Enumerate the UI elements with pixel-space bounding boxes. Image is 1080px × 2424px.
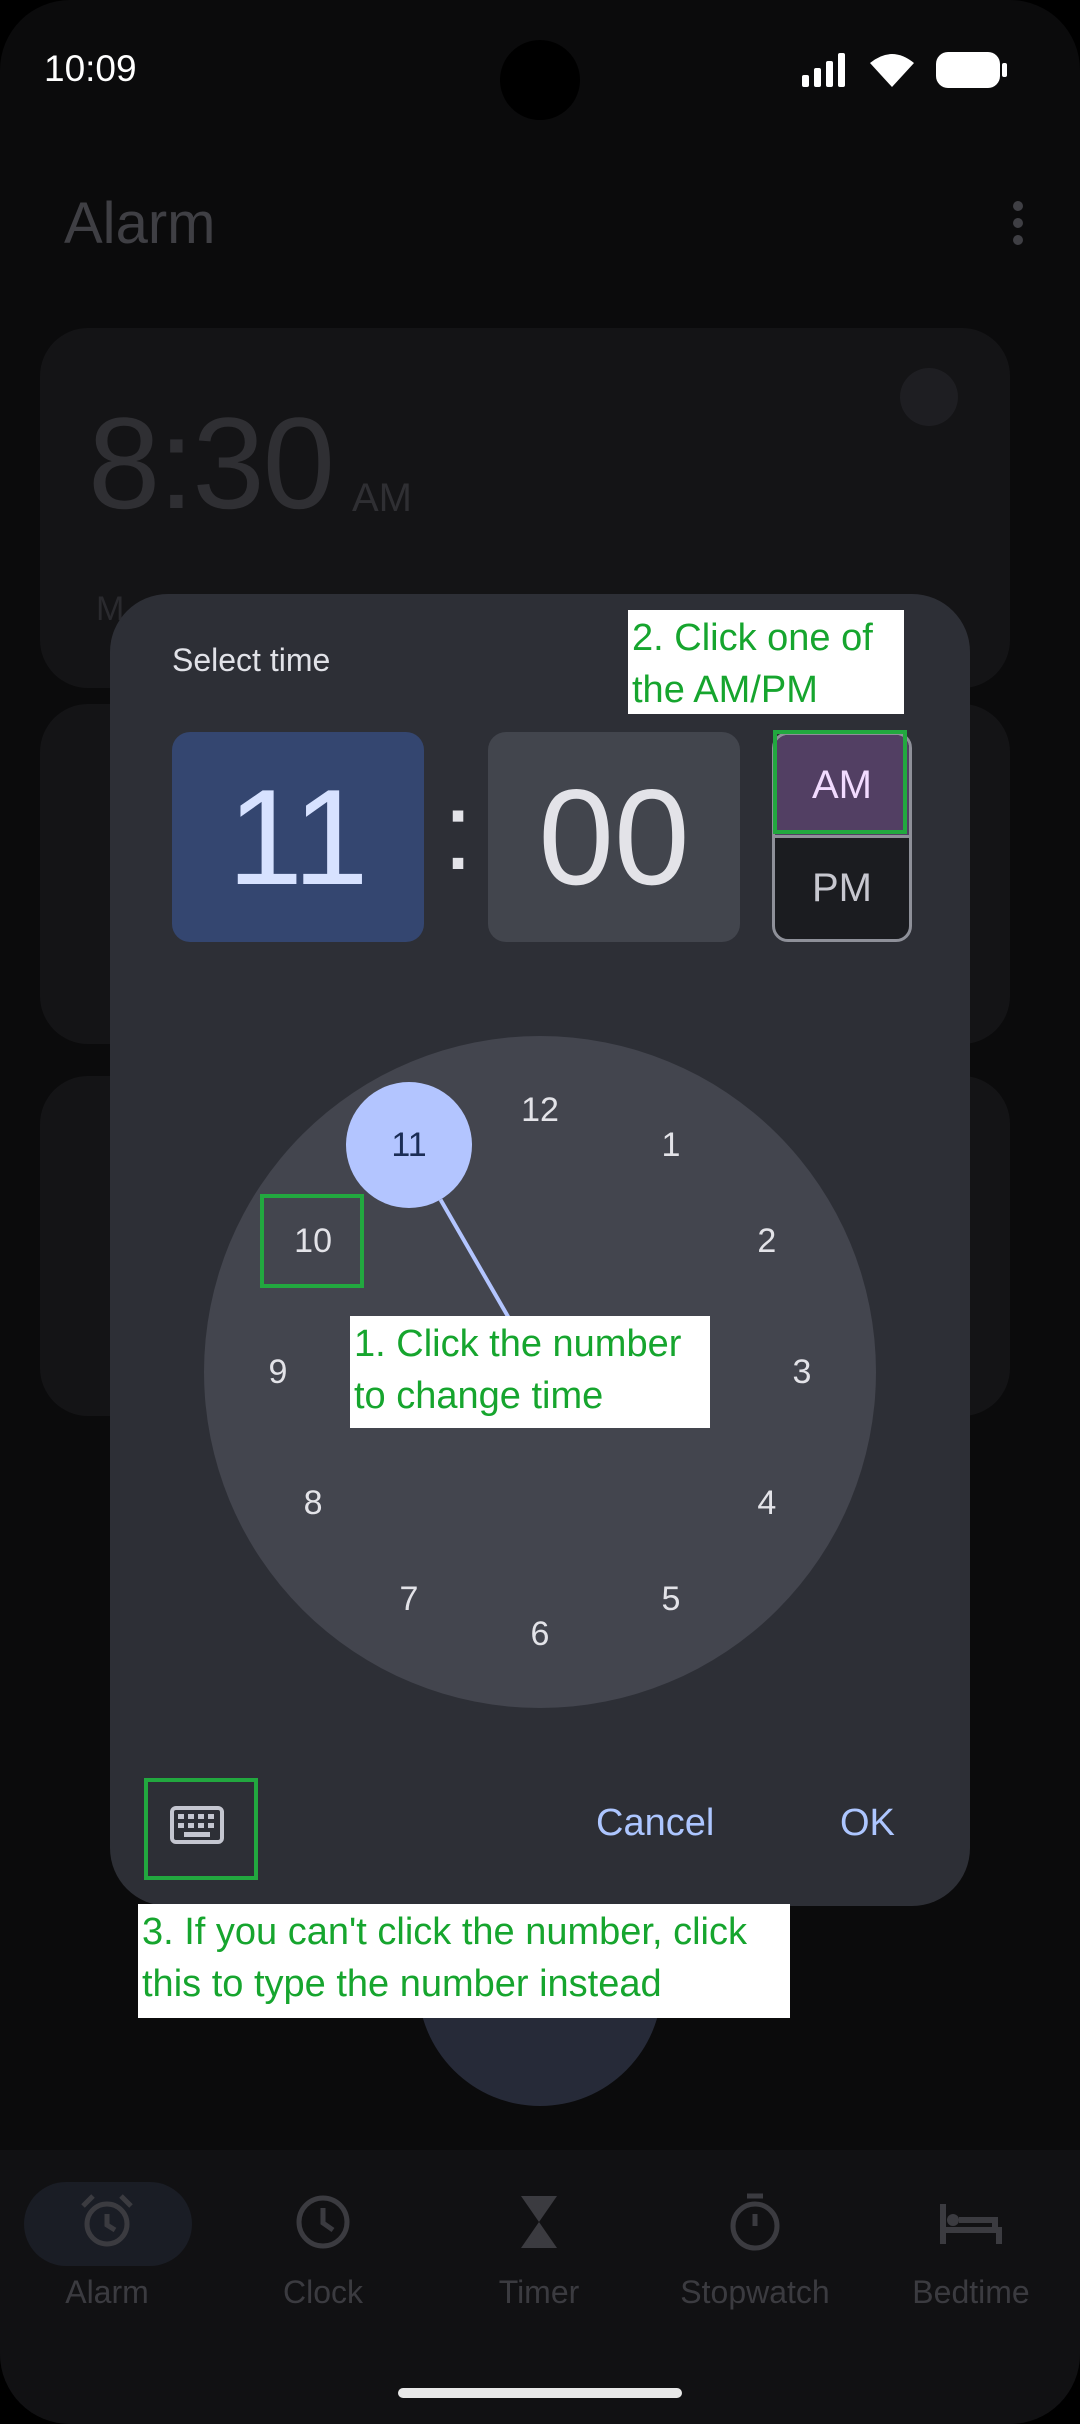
alarm-icon bbox=[81, 2194, 133, 2247]
more-options-icon[interactable] bbox=[1008, 200, 1028, 246]
alarm-card-time: 8:30 bbox=[88, 390, 335, 536]
minute-field[interactable]: 00 bbox=[488, 732, 740, 942]
hourglass-icon bbox=[521, 2196, 557, 2248]
status-icons bbox=[802, 52, 1008, 88]
cancel-button[interactable]: Cancel bbox=[596, 1802, 714, 1845]
nav-item-bedtime[interactable]: Bedtime bbox=[871, 2190, 1071, 2311]
nav-label-stopwatch: Stopwatch bbox=[680, 2274, 830, 2310]
annotation-note-1: 1. Click the number to change time bbox=[350, 1316, 710, 1428]
nav-item-clock[interactable]: Clock bbox=[223, 2190, 423, 2311]
nav-label-bedtime: Bedtime bbox=[912, 2274, 1030, 2310]
annotation-note-3: 3. If you can't click the number, click … bbox=[138, 1904, 790, 2018]
alarm-card-ampm: AM bbox=[352, 476, 412, 520]
clock-number-9[interactable]: 9 bbox=[238, 1347, 318, 1397]
front-camera bbox=[500, 40, 580, 120]
clock-number-12[interactable]: 12 bbox=[500, 1085, 580, 1135]
nav-label-clock: Clock bbox=[282, 2274, 363, 2310]
home-indicator[interactable] bbox=[398, 2388, 682, 2398]
phone-screen: 10:09 Alarm 8:30 AM M Alarm Clock Timer … bbox=[0, 0, 1080, 2424]
pm-button[interactable]: PM bbox=[775, 838, 909, 939]
nav-item-alarm[interactable]: Alarm bbox=[7, 2190, 207, 2311]
annotation-highlight-ten bbox=[260, 1194, 364, 1288]
time-separator: : bbox=[442, 770, 474, 893]
dialog-title: Select time bbox=[172, 642, 331, 678]
clock-number-4[interactable]: 4 bbox=[727, 1478, 807, 1528]
clock-number-6[interactable]: 6 bbox=[500, 1609, 580, 1659]
clock-number-1[interactable]: 1 bbox=[631, 1120, 711, 1170]
bed-icon bbox=[940, 2204, 1002, 2244]
clock-number-3[interactable]: 3 bbox=[762, 1347, 842, 1397]
clock-number-5[interactable]: 5 bbox=[631, 1574, 711, 1624]
annotation-highlight-keyboard bbox=[144, 1778, 258, 1880]
ok-button[interactable]: OK bbox=[840, 1802, 895, 1845]
clock-icon bbox=[296, 2195, 350, 2249]
stopwatch-icon bbox=[730, 2193, 780, 2251]
nav-item-stopwatch[interactable]: Stopwatch bbox=[655, 2190, 855, 2311]
app-title: Alarm bbox=[64, 191, 216, 256]
clock-number-2[interactable]: 2 bbox=[727, 1216, 807, 1266]
nav-label-alarm: Alarm bbox=[65, 2274, 149, 2310]
clock-selector-knob[interactable]: 11 bbox=[346, 1082, 472, 1209]
hour-field[interactable]: 11 bbox=[172, 732, 424, 942]
annotation-highlight-am bbox=[773, 730, 907, 834]
status-time: 10:09 bbox=[44, 48, 137, 89]
battery-icon bbox=[936, 52, 1007, 88]
nav-label-timer: Timer bbox=[498, 2274, 580, 2310]
clock-number-8[interactable]: 8 bbox=[273, 1478, 353, 1528]
signal-icon bbox=[802, 53, 845, 87]
clock-number-7[interactable]: 7 bbox=[369, 1574, 449, 1624]
chevron-down-icon[interactable] bbox=[900, 368, 958, 426]
nav-item-timer[interactable]: Timer bbox=[439, 2190, 639, 2311]
annotation-note-2: 2. Click one of the AM/PM bbox=[628, 610, 904, 714]
wifi-icon bbox=[870, 54, 914, 87]
bottom-navigation: Alarm Clock Timer Stopwatch Bedtime bbox=[0, 2150, 1080, 2424]
